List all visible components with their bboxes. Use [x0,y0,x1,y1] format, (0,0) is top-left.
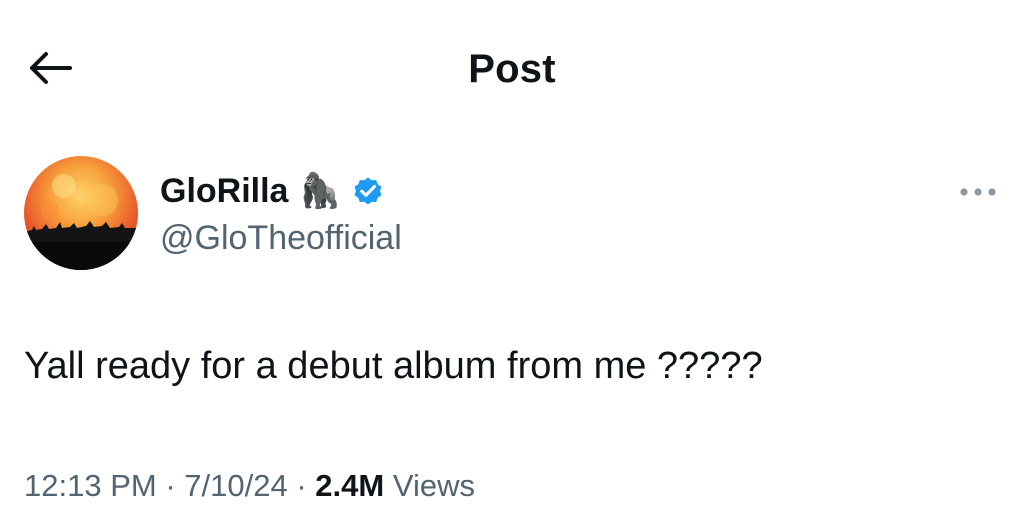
author-display-name[interactable]: GloRilla [160,171,288,211]
tweet-text: Yall ready for a debut album from me ???… [24,345,763,387]
gorilla-emoji-icon: 🦍 [298,172,341,210]
meta-separator: · [296,468,307,503]
tweet-date[interactable]: 7/10/24 [184,468,287,503]
avatar[interactable] [24,156,138,270]
author-name-row: GloRilla 🦍 [160,166,385,216]
views-count[interactable]: 2.4M [315,468,384,503]
avatar-image [24,156,138,270]
more-horizontal-icon [960,188,996,196]
tweet-time[interactable]: 12:13 PM [24,468,157,503]
meta-separator: · [165,468,176,503]
post-page: Post GloRilla 🦍 @GloTheofficial Yall rea… [0,0,1024,529]
verified-badge-icon [354,177,382,205]
author-handle[interactable]: @GloTheofficial [160,216,402,260]
page-title: Post [468,47,556,91]
more-options-button[interactable] [950,172,1006,212]
views-label: Views [392,468,475,503]
tweet-meta: 12:13 PM · 7/10/24 · 2.4M Views [24,464,475,508]
